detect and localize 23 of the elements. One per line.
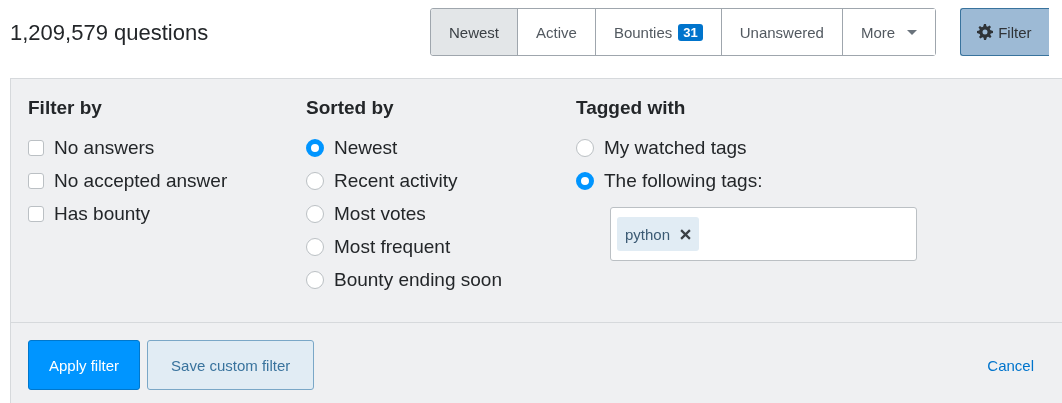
checkbox-option[interactable]: No answers (28, 131, 306, 164)
radio-option[interactable]: Bounty ending soon (306, 263, 576, 296)
section-heading: Tagged with (576, 97, 687, 119)
section-heading: Sorted by (306, 97, 395, 119)
radio-option[interactable]: Newest (306, 131, 576, 164)
radio-option[interactable]: Most votes (306, 197, 576, 230)
gear-icon (977, 24, 994, 40)
question-count: 1,209,579 questions (10, 20, 210, 46)
checkbox-option[interactable]: Has bounty (28, 197, 306, 230)
sort-tab[interactable]: Newest (431, 9, 519, 55)
tag-input-field[interactable]: python (610, 207, 917, 261)
checkbox-option[interactable]: No accepted answer (28, 164, 306, 197)
radio-option[interactable]: The following tags: (576, 164, 917, 197)
cancel-link[interactable]: Cancel (987, 356, 1034, 374)
bounty-count-badge: 31 (678, 23, 703, 41)
filter-button[interactable]: Filter (960, 8, 1050, 56)
tag-chip[interactable]: python (617, 217, 700, 251)
radio-option[interactable]: Recent activity (306, 164, 576, 197)
save-filter-button[interactable]: Save custom filter (147, 340, 315, 390)
section-heading: Filter by (28, 97, 103, 119)
radio-option[interactable]: Most frequent (306, 230, 576, 263)
radio-option[interactable]: My watched tags (576, 131, 917, 164)
remove-icon[interactable] (680, 228, 692, 240)
